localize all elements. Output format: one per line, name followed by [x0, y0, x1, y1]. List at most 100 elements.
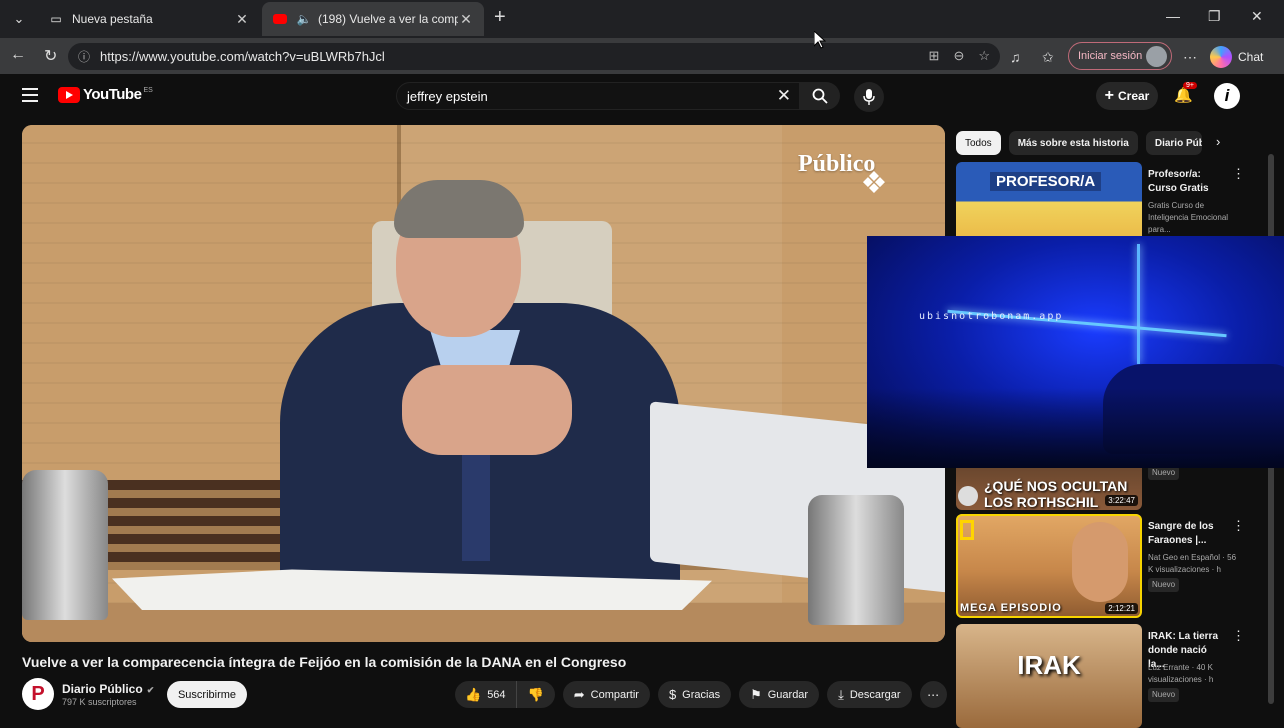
menu-hamburger-icon[interactable]: [22, 88, 38, 106]
thanks-icon: $: [668, 687, 677, 702]
speaker-icon[interactable]: 🔈: [296, 12, 312, 26]
video-actions: 👍 564 👎 ➦ Compartir $ Gracias ⚑ Guardar ⤓ Des…: [455, 681, 947, 708]
new-badge: Nuevo: [1148, 578, 1180, 592]
video-frame-thermos: [808, 495, 904, 625]
recommendation-title[interactable]: Sangre de los Faraones |...: [1148, 520, 1226, 548]
video-player[interactable]: Público ❖: [22, 125, 945, 642]
search-button[interactable]: [800, 82, 840, 110]
logo-wordmark: YouTube: [83, 86, 142, 103]
close-tab-icon[interactable]: ✕: [234, 11, 250, 28]
close-tab-icon[interactable]: ✕: [458, 11, 474, 28]
video-frame-thermos: [22, 470, 108, 620]
close-window-button[interactable]: ✕: [1251, 8, 1263, 25]
plus-icon: +: [1104, 87, 1114, 104]
meta-text: Luz Errante · 40 K visualizaciones · h: [1148, 663, 1214, 684]
more-vert-icon[interactable]: ⋮: [1232, 166, 1245, 182]
new-tab-button[interactable]: +: [494, 6, 506, 29]
video-title: Vuelve a ver la comparecencia íntegra de…: [22, 654, 627, 670]
thumbs-up-icon: 👍: [465, 686, 482, 702]
thumbnail-text: PROFESOR/A: [990, 172, 1102, 191]
clear-search-icon[interactable]: ✕: [777, 86, 791, 106]
save-button[interactable]: ⚑ Guardar: [739, 681, 820, 708]
bookmark-icon: ⚑: [750, 686, 762, 702]
more-actions-button[interactable]: ⋯: [919, 681, 947, 708]
microphone-icon: [863, 89, 875, 105]
settings-more-icon[interactable]: ⋯: [1183, 49, 1197, 66]
copilot-chat-button[interactable]: Chat: [1210, 46, 1263, 68]
channel-name-text: Diario Público: [62, 682, 143, 696]
mouse-cursor-icon: [814, 31, 826, 49]
back-arrow-icon[interactable]: ←: [10, 46, 26, 64]
app-available-icon[interactable]: ⊞: [929, 48, 940, 64]
thanks-button[interactable]: $ Gracias: [657, 681, 732, 708]
verified-check-icon: ✔: [146, 685, 155, 695]
signin-button[interactable]: Iniciar sesión: [1068, 42, 1172, 70]
youtube-logo[interactable]: YouTube ES: [58, 86, 153, 103]
zoom-icon[interactable]: ⊖: [953, 48, 964, 64]
thumbs-down-icon: 👎: [527, 686, 544, 702]
recommendation-meta: Nat Geo en Español · 56 K visualizacione…: [1148, 552, 1240, 592]
chevron-right-icon[interactable]: ›: [1216, 134, 1220, 149]
overlay-led-strip: [1137, 244, 1140, 364]
overlay-ad-text: ubisnotrobonam.app: [919, 311, 1064, 322]
like-count: 564: [487, 688, 506, 701]
channel-name[interactable]: Diario Público ✔: [62, 682, 154, 696]
video-frame-hands: [402, 365, 572, 455]
profile-avatar: [1146, 46, 1167, 67]
more-vert-icon[interactable]: ⋮: [1232, 628, 1245, 644]
share-button[interactable]: ➦ Compartir: [562, 681, 650, 708]
chip-todos[interactable]: Todos: [956, 131, 1001, 155]
chat-label: Chat: [1238, 50, 1264, 64]
thumbnail-text: IRAK: [1017, 650, 1081, 680]
recommendation-title[interactable]: Profesor/a: Curso Gratis: [1148, 168, 1226, 196]
favorite-star-icon[interactable]: ☆: [978, 48, 990, 64]
search-input[interactable]: jeffrey epstein ✕: [396, 82, 800, 110]
signin-label: Iniciar sesión: [1078, 50, 1143, 62]
minimize-button[interactable]: —: [1166, 8, 1180, 24]
duration-badge: 3:22:47: [1105, 495, 1138, 506]
tab-list-chevron-icon[interactable]: ⌄: [6, 7, 32, 31]
download-icon: ⤓: [838, 686, 844, 702]
list-item[interactable]: IRAK IRAK: La tierra donde nació la... L…: [956, 624, 1256, 728]
country-code: ES: [143, 87, 153, 94]
meta-text: Nat Geo en Español · 56 K visualizacione…: [1148, 553, 1237, 574]
chip-channel[interactable]: Diario Públ: [1145, 131, 1202, 155]
favorites-icon[interactable]: ✩: [1042, 49, 1054, 66]
new-badge: Nuevo: [1148, 466, 1180, 480]
channel-avatar[interactable]: P: [22, 678, 54, 710]
publico-logo-mark-icon: ❖: [860, 167, 888, 200]
video-thumbnail[interactable]: IRAK: [956, 624, 1142, 728]
address-bar[interactable]: ⓘ https://www.youtube.com/watch?v=uBLWRb…: [68, 43, 1000, 70]
recommendation-meta: Luz Errante · 40 K visualizaciones · h Nu…: [1148, 662, 1240, 702]
download-button[interactable]: ⤓ Descargar: [827, 681, 912, 708]
video-thumbnail[interactable]: MEGA EPISODIO 2:12:21: [956, 514, 1142, 618]
tab-new-tab[interactable]: ▭ Nueva pestaña ✕: [38, 2, 260, 36]
site-info-icon[interactable]: ⓘ: [78, 48, 90, 65]
voice-search-button[interactable]: [854, 82, 884, 112]
media-control-icon[interactable]: ♫: [1010, 49, 1021, 65]
address-toolbar: ← ↻ ⓘ https://www.youtube.com/watch?v=uB…: [0, 38, 1284, 74]
like-button[interactable]: 👍 564: [455, 681, 517, 708]
share-label: Compartir: [590, 688, 639, 701]
tab-title: (198) Vuelve a ver la compare: [318, 12, 458, 26]
download-label: Descargar: [849, 688, 901, 701]
overlay-ad-video[interactable]: ubisnotrobonam.app: [867, 236, 1284, 468]
subscribe-button[interactable]: Suscribirme: [167, 681, 247, 708]
account-avatar[interactable]: i: [1214, 83, 1240, 109]
subscriber-count: 797 K suscriptores: [62, 697, 137, 707]
youtube-favicon-icon: [272, 12, 288, 26]
like-dislike-group: 👍 564 👎: [455, 681, 555, 708]
tab-youtube-video[interactable]: 🔈 (198) Vuelve a ver la compare ✕: [262, 2, 484, 36]
dislike-button[interactable]: 👎: [517, 681, 555, 708]
notifications-bell-icon[interactable]: 🔔 9+: [1174, 82, 1197, 104]
restore-button[interactable]: ❐: [1208, 8, 1221, 25]
save-label: Guardar: [767, 688, 809, 701]
more-vert-icon[interactable]: ⋮: [1232, 518, 1245, 534]
create-button[interactable]: + Crear: [1096, 82, 1158, 110]
chip-more-story[interactable]: Más sobre esta historia: [1008, 131, 1138, 155]
url-text: https://www.youtube.com/watch?v=uBLWRb7h…: [100, 49, 385, 64]
list-item[interactable]: MEGA EPISODIO 2:12:21 Sangre de los Fara…: [956, 514, 1256, 618]
reload-icon[interactable]: ↻: [44, 46, 57, 66]
browser-tab-strip: ⌄ ▭ Nueva pestaña ✕ 🔈 (198) Vuelve a ver…: [0, 0, 1284, 38]
new-badge: Nuevo: [1148, 688, 1180, 702]
